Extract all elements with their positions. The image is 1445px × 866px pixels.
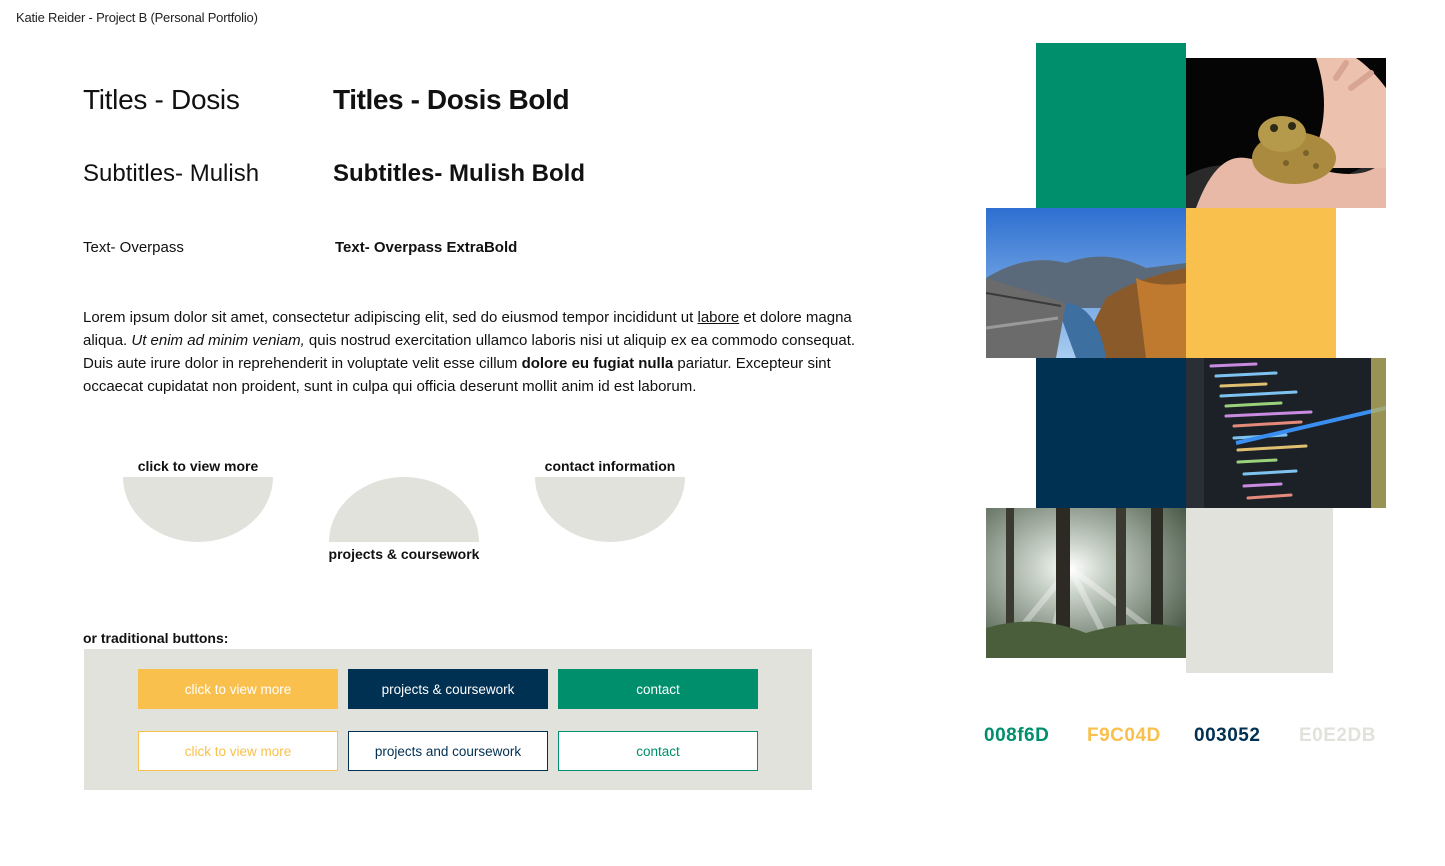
document-title: Katie Reider - Project B (Personal Portf… [16,10,258,25]
projects-label: projects & coursework [328,546,480,562]
sample-paragraph: Lorem ipsum dolor sit amet, consectetur … [83,306,873,398]
paragraph-bold-text: dolore eu fugiat nulla [521,355,674,372]
title-bold-specimen: Titles - Dosis Bold [333,84,570,115]
contact-outline-button[interactable]: contact [558,731,758,771]
navy-swatch-block [1036,358,1186,508]
view-more-outline-button[interactable]: click to view more [138,731,338,771]
title-regular-specimen: Titles - Dosis [83,84,240,115]
projects-filled-button[interactable]: projects & coursework [348,669,548,709]
gray-swatch-block [1186,508,1333,673]
subtitle-bold-specimen: Subtitles- Mulish Bold [333,160,585,187]
paragraph-underlined-text: labore [697,309,740,326]
contact-info-label: contact information [544,458,676,474]
contact-filled-button[interactable]: contact [558,669,758,709]
navy-hex-label: 003052 [1194,725,1261,746]
view-more-filled-button[interactable]: click to view more [138,669,338,709]
code-screen-photo [1186,358,1386,508]
green-hex-label: 008f6D [984,725,1050,746]
projects-half-circle-button[interactable] [329,477,479,542]
subtitle-regular-specimen: Subtitles- Mulish [83,160,260,187]
traditional-buttons-panel: click to view more projects & coursework… [84,649,812,790]
paragraph-text: Lorem ipsum dolor sit amet, consectetur … [83,309,698,326]
paragraph-italic-text: Ut enim ad minim veniam, [131,332,305,349]
contact-half-circle-button[interactable] [535,477,685,542]
text-bold-specimen: Text- Overpass ExtraBold [335,239,518,256]
bridge-river-photo [986,208,1186,358]
yellow-swatch-block [1186,208,1336,358]
view-more-half-circle-button[interactable] [123,477,273,542]
green-swatch-block [1036,43,1186,208]
gray-hex-label: E0E2DB [1299,725,1376,746]
yellow-hex-label: F9C04D [1087,725,1161,746]
view-more-label: click to view more [137,458,259,474]
projects-outline-button[interactable]: projects and coursework [348,731,548,771]
text-regular-specimen: Text- Overpass [83,239,184,256]
forest-sunlight-photo [986,508,1186,658]
toad-in-hand-photo [1186,58,1386,208]
traditional-buttons-label: or traditional buttons: [83,630,229,646]
